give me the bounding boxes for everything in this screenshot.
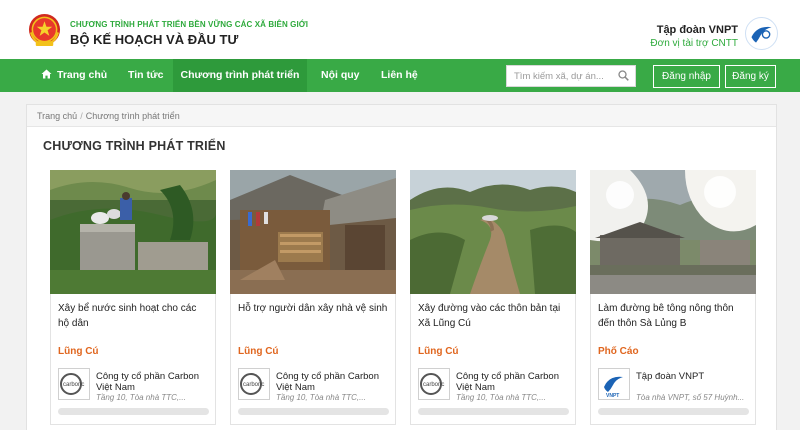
page-title: CHƯƠNG TRÌNH PHÁT TRIỂN [43,139,226,153]
home-icon [41,69,52,79]
national-emblem-icon[interactable] [28,13,61,48]
company-name: Tập đoàn VNPT [636,371,705,382]
carboncor-logo-icon: carbonc [60,373,84,395]
vnpt-logo-icon: VNPT [604,376,623,399]
card-title[interactable]: Xây bể nước sinh hoạt cho các hộ dân [58,301,210,331]
card-photo-dirt-road[interactable] [410,170,576,294]
company-logo: VNPT [598,368,630,400]
nav-contact[interactable]: Liên hệ [369,59,430,92]
nav-news[interactable]: Tin tức [116,59,175,92]
card-location: Lũng Cú [58,346,99,357]
nav-home[interactable]: Trang chủ [33,59,115,92]
sponsor-name: Tập đoàn VNPT [656,24,738,36]
company-logo: carbonc [238,368,270,400]
card-photo-wooden-house[interactable] [230,170,396,294]
search-icon[interactable] [618,70,629,81]
program-subtitle: CHƯƠNG TRÌNH PHÁT TRIỂN BỀN VỮNG CÁC XÃ … [70,20,309,29]
breadcrumb: Trang chủ / Chương trình phát triển [27,105,776,127]
search-input[interactable] [507,66,615,87]
search-box [506,65,636,87]
company-address: Tầng 10, Tòa nhà TTC,... [276,393,366,402]
program-card[interactable]: Hỗ trợ người dân xây nhà vệ sinh Lũng Cú… [230,170,396,425]
program-card[interactable]: Xây bể nước sinh hoạt cho các hộ dân Lũn… [50,170,216,425]
breadcrumb-current[interactable]: Chương trình phát triển [86,111,180,121]
card-title[interactable]: Xây đường vào các thôn bản tại Xã Lũng C… [418,301,570,331]
vnpt-logo-icon[interactable] [745,17,778,50]
register-button[interactable]: Đăng ký [725,65,776,88]
card-photo-water-tank[interactable] [50,170,216,294]
card-location: Lũng Cú [418,346,459,357]
company-logo: carbonc [418,368,450,400]
ministry-name[interactable]: BỘ KẾ HOẠCH VÀ ĐẦU TƯ [70,32,238,47]
progress-bar [418,408,569,415]
card-location: Lũng Cú [238,346,279,357]
company-address: Tầng 10, Tòa nhà TTC,... [96,393,186,402]
program-card[interactable]: Xây đường vào các thôn bản tại Xã Lũng C… [410,170,576,425]
program-card[interactable]: Làm đường bê tông nông thôn đến thôn Sà … [590,170,756,425]
nav-development-programs[interactable]: Chương trình phát triển [173,59,307,92]
carboncor-logo-text: carbonc [243,382,264,388]
progress-bar [58,408,209,415]
card-title[interactable]: Hỗ trợ người dân xây nhà vệ sinh [238,301,390,316]
carboncor-logo-text: carbonc [423,382,444,388]
breadcrumb-separator: / [80,111,83,121]
nav-rules[interactable]: Nội quy [309,59,372,92]
carboncor-logo-icon: carbonc [240,373,264,395]
nav-home-label: Trang chủ [57,69,108,81]
vnpt-logo-text: VNPT [606,393,619,399]
company-address: Tòa nhà VNPT, số 57 Huỳnh... [636,393,745,402]
content-panel: Trang chủ / Chương trình phát triển CHƯƠNG… [26,104,777,430]
company-name: Công ty cổ phần Carbon Việt Nam [96,371,199,393]
company-address: Tầng 10, Tòa nhà TTC,... [456,393,546,402]
card-location: Phố Cáo [598,346,639,357]
card-title[interactable]: Làm đường bê tông nông thôn đến thôn Sà … [598,301,750,331]
card-photo-blossom-village[interactable] [590,170,756,294]
site-header: CHƯƠNG TRÌNH PHÁT TRIỂN BỀN VỮNG CÁC XÃ … [0,0,800,59]
company-logo: carbonc [58,368,90,400]
progress-bar [598,408,749,415]
progress-bar [238,408,389,415]
sponsor-role: Đơn vị tài trợ CNTT [650,38,738,49]
carboncor-logo-icon: carbonc [420,373,444,395]
breadcrumb-home[interactable]: Trang chủ [37,111,77,121]
company-name: Công ty cổ phần Carbon Việt Nam [276,371,379,393]
company-name: Công ty cổ phần Carbon Việt Nam [456,371,559,393]
carboncor-logo-text: carbonc [63,382,84,388]
login-button[interactable]: Đăng nhập [653,65,720,88]
